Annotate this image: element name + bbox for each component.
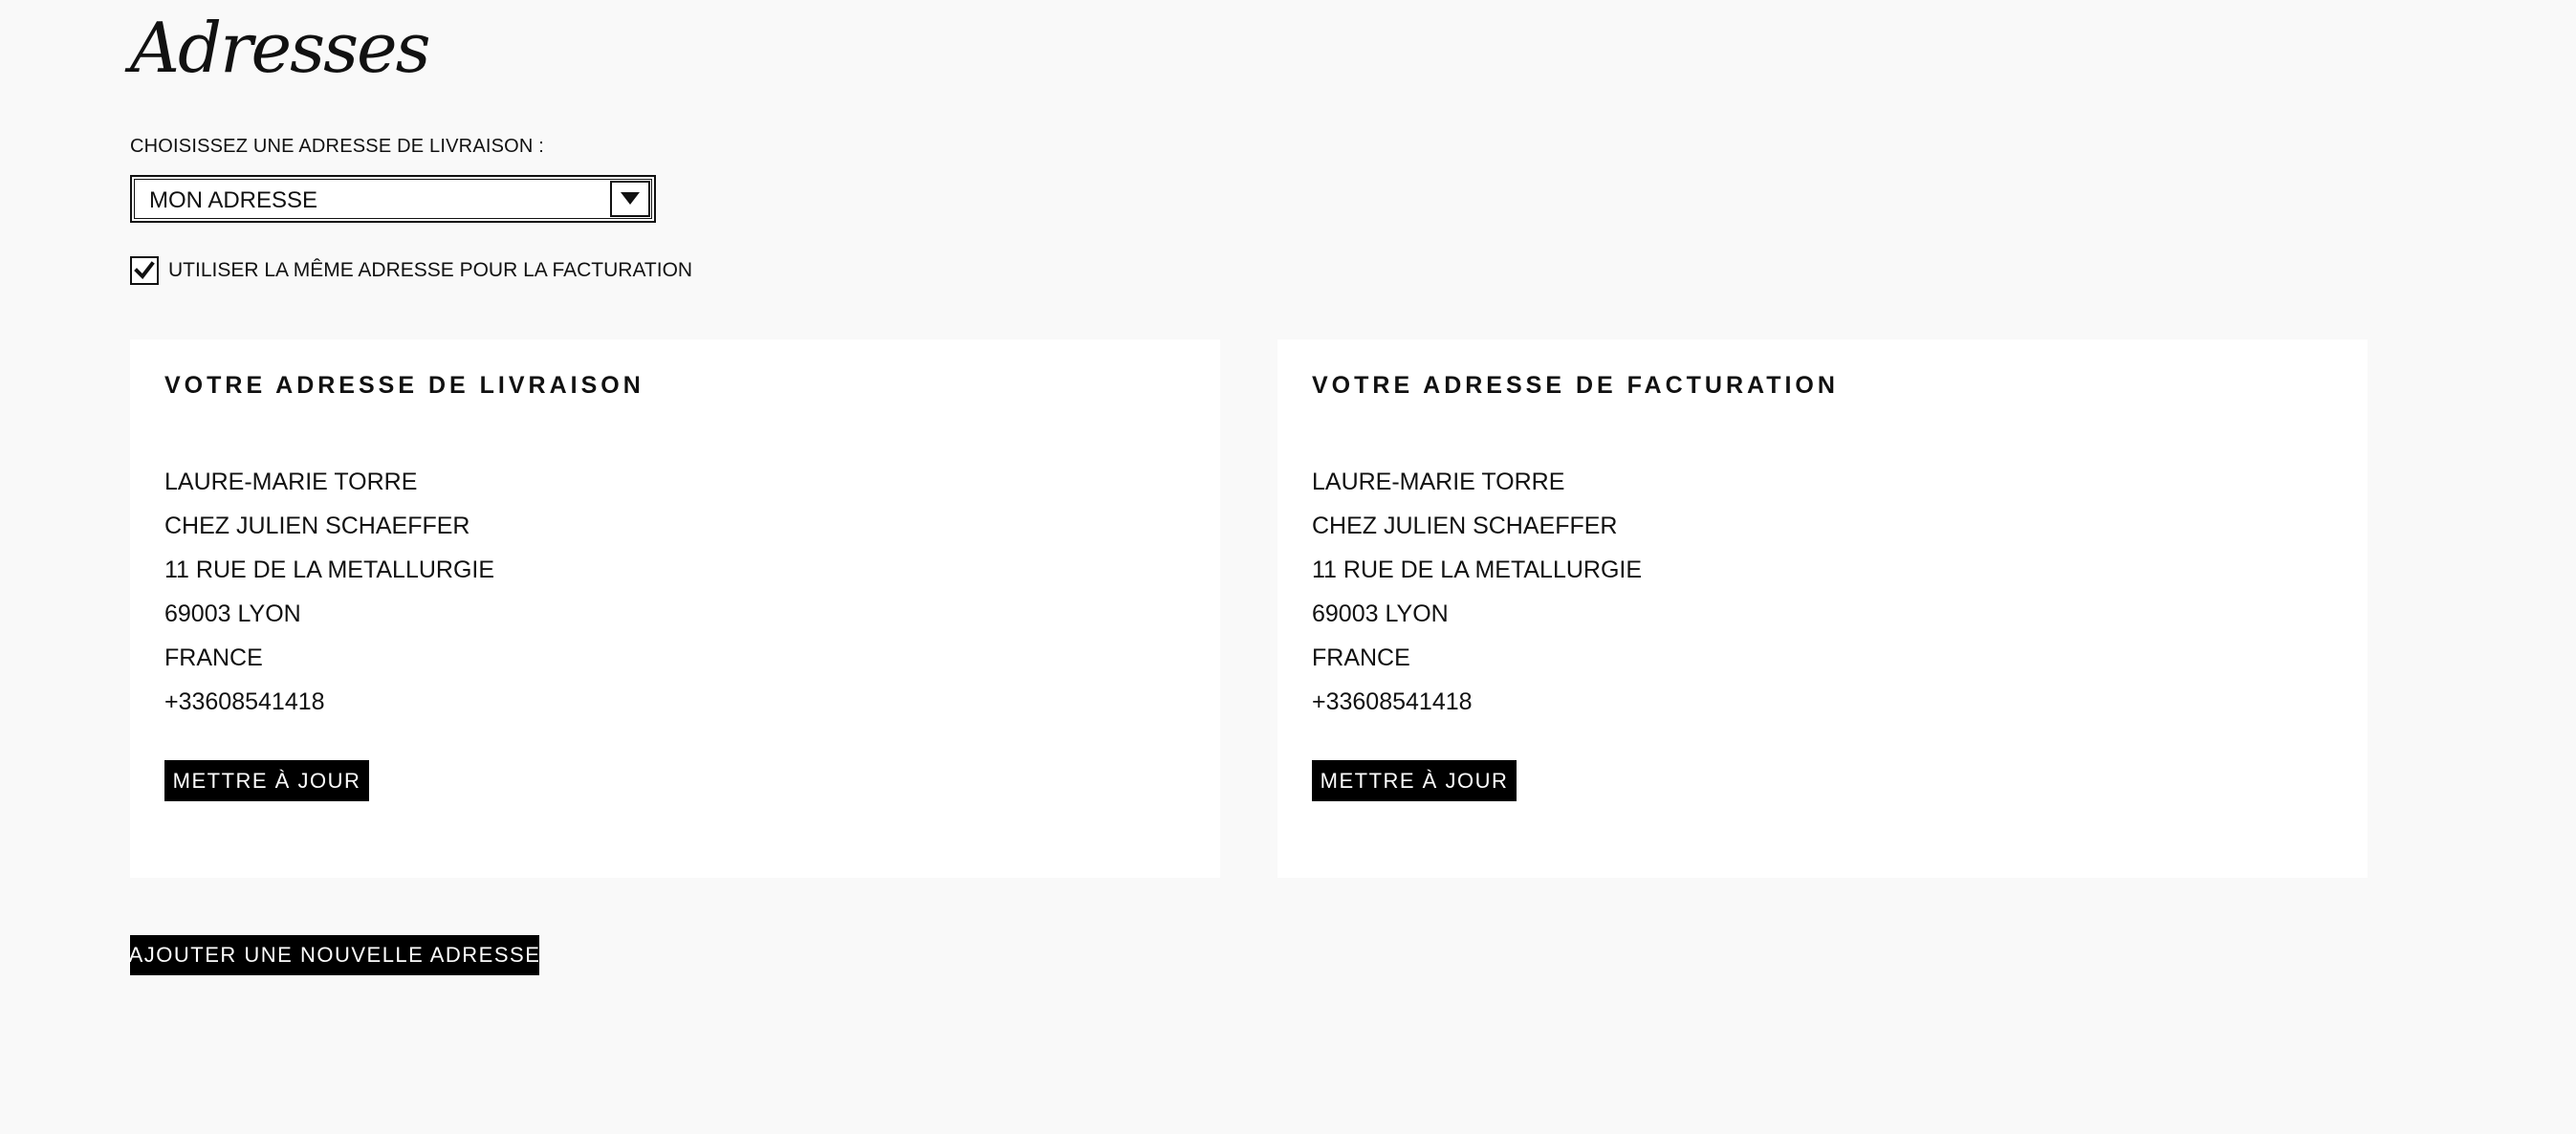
- billing-address-city: 69003 LYON: [1312, 600, 1449, 627]
- delivery-address-select-value: MON ADRESSE: [149, 187, 318, 213]
- delivery-select-label: CHOISISSEZ UNE ADRESSE DE LIVRAISON :: [130, 136, 545, 157]
- shipping-address-care-of: CHEZ JULIEN SCHAEFFER: [164, 512, 470, 539]
- shipping-address-street: 11 RUE DE LA METALLURGIE: [164, 556, 495, 583]
- shipping-address-name: LAURE-MARIE TORRE: [164, 469, 418, 495]
- add-new-address-button[interactable]: AJOUTER UNE NOUVELLE ADRESSE: [129, 935, 539, 975]
- shipping-address-country: FRANCE: [164, 644, 263, 671]
- shipping-address-title: VOTRE ADRESSE DE LIVRAISON: [164, 372, 644, 399]
- billing-address-card: VOTRE ADRESSE DE FACTURATION LAURE-MARIE…: [1277, 339, 2368, 878]
- checkmark-icon: [134, 261, 155, 280]
- billing-address-lines: LAURE-MARIE TORRE CHEZ JULIEN SCHAEFFER …: [1312, 460, 1642, 724]
- caret-down-icon-shape: [621, 192, 640, 205]
- billing-address-street: 11 RUE DE LA METALLURGIE: [1312, 556, 1643, 583]
- caret-down-icon[interactable]: [610, 181, 650, 217]
- same-billing-label: UTILISER LA MÊME ADRESSE POUR LA FACTURA…: [168, 259, 693, 281]
- same-billing-checkbox[interactable]: [130, 256, 159, 285]
- update-shipping-address-button[interactable]: METTRE À JOUR: [164, 760, 369, 801]
- shipping-address-lines: LAURE-MARIE TORRE CHEZ JULIEN SCHAEFFER …: [164, 460, 494, 724]
- delivery-address-select[interactable]: MON ADRESSE: [130, 175, 656, 223]
- page-title: Adresses: [130, 8, 431, 88]
- billing-address-country: FRANCE: [1312, 644, 1410, 671]
- update-billing-address-button[interactable]: METTRE À JOUR: [1312, 760, 1517, 801]
- billing-address-title: VOTRE ADRESSE DE FACTURATION: [1312, 372, 1839, 399]
- shipping-address-card: VOTRE ADRESSE DE LIVRAISON LAURE-MARIE T…: [130, 339, 1220, 878]
- shipping-address-city: 69003 LYON: [164, 600, 301, 627]
- same-billing-option[interactable]: UTILISER LA MÊME ADRESSE POUR LA FACTURA…: [130, 256, 692, 285]
- billing-address-name: LAURE-MARIE TORRE: [1312, 469, 1565, 495]
- billing-address-care-of: CHEZ JULIEN SCHAEFFER: [1312, 512, 1618, 539]
- shipping-address-phone: +33608541418: [164, 688, 325, 715]
- billing-address-phone: +33608541418: [1312, 688, 1473, 715]
